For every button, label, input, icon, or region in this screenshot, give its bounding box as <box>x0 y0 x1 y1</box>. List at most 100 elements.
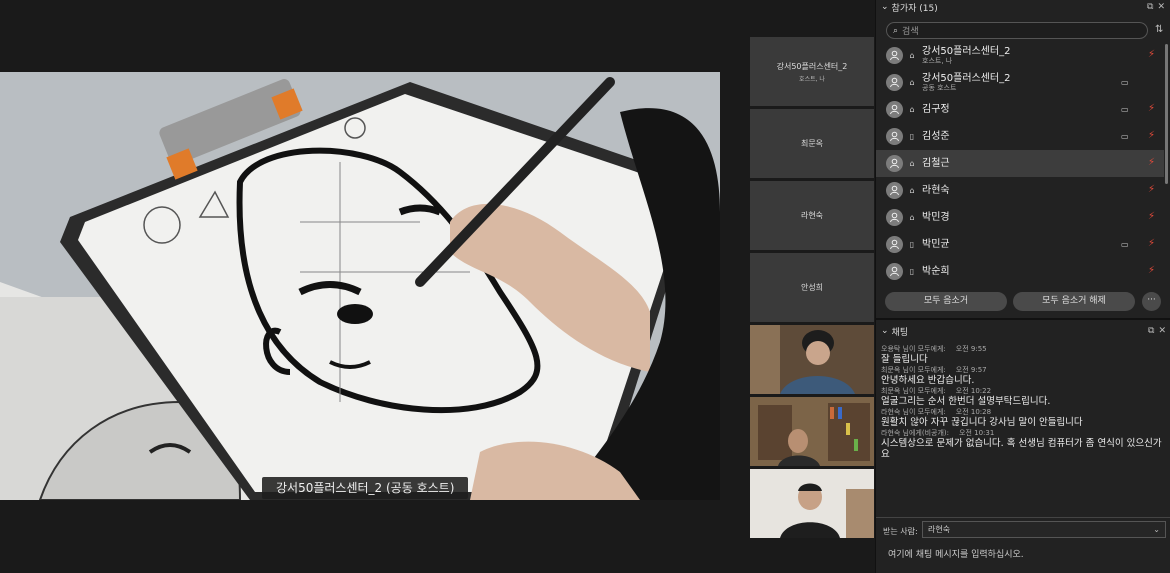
thumbnail-name: 강서50플러스센터_2 <box>776 61 848 71</box>
sort-icon[interactable]: ⇅ <box>1155 24 1163 35</box>
more-options-button[interactable]: ··· <box>1142 292 1161 311</box>
mic-muted-icon[interactable]: ⚡ <box>1148 49 1155 60</box>
search-placeholder: 검색 <box>902 27 919 37</box>
person-icon <box>890 266 899 277</box>
popout-icon[interactable]: ⧉ <box>1148 326 1154 336</box>
thumbnail-tile[interactable]: 강서50플러스센터_2 호스트, 나 <box>750 37 874 106</box>
thumbnail-tile[interactable]: 최문옥 <box>750 109 874 178</box>
participant-row[interactable]: ⌂ 강서50플러스센터_2 호스트, 나 ⚡ <box>876 42 1164 69</box>
participant-name: 김성준 <box>922 131 950 142</box>
person-icon <box>890 131 899 142</box>
thumbnail-name: 최문옥 <box>800 139 824 148</box>
camera-icon[interactable]: ▭ <box>1121 132 1129 141</box>
participant-name: 박순희 <box>922 266 950 277</box>
avatar <box>886 182 903 199</box>
mic-muted-icon[interactable]: ⚡ <box>1148 103 1155 114</box>
avatar <box>886 128 903 145</box>
mic-muted-icon[interactable]: ⚡ <box>1148 157 1155 168</box>
participant-name: 김구정 <box>922 104 950 115</box>
mic-muted-icon[interactable]: ⚡ <box>1148 238 1155 249</box>
avatar <box>886 263 903 280</box>
participant-list-scrollbar[interactable] <box>1165 44 1168 184</box>
close-icon[interactable]: ✕ <box>1158 326 1166 336</box>
participant-row[interactable]: ⌂ 박민경 ⚡ <box>876 204 1164 231</box>
person-icon <box>890 185 899 196</box>
thumbnail-tile[interactable]: 라현숙 <box>750 181 874 250</box>
participants-title: 참가자 (15) <box>891 3 938 14</box>
chat-text: 안녕하세요 반갑습니다. <box>881 375 975 386</box>
person-icon <box>890 212 899 223</box>
participant-video-image <box>750 469 874 538</box>
mic-muted-icon[interactable]: ⚡ <box>1148 265 1155 276</box>
person-icon <box>890 77 899 88</box>
chat-text: 시스템상으로 문제가 없습니다. 혹 선생님 컴퓨터가 좀 연식이 있으신가요 <box>881 438 1162 460</box>
chat-text: 잘 들립니다 <box>881 354 928 365</box>
avatar <box>886 101 903 118</box>
camera-icon[interactable]: ▭ <box>1121 78 1129 87</box>
popout-icon[interactable]: ⧉ <box>1147 2 1153 12</box>
thumbnail-name: 안성희 <box>800 283 824 292</box>
participant-name: 박민균 <box>922 239 950 250</box>
main-video-area[interactable]: 강서50플러스센터_2 (공동 호스트) <box>0 0 750 573</box>
drawing-illustration <box>0 72 720 500</box>
chat-sender: 오용탁 님이 모두에게: <box>881 345 946 353</box>
participant-role: 호스트, 나 <box>922 57 953 65</box>
chat-message-input[interactable]: 여기에 채팅 메시지를 입력하십시오. <box>888 547 1024 560</box>
participant-row-selected[interactable]: ⌂ 김철근 ⚡ <box>876 150 1164 177</box>
search-icon: ⌕ <box>893 25 899 36</box>
participants-header: ⌄ 참가자 (15) ⧉ ✕ <box>876 0 1170 14</box>
camera-icon[interactable]: ▭ <box>1121 105 1129 114</box>
chat-message: 오용탁 님이 모두에게: 오전 9:55 잘 들립니다 <box>881 345 1166 365</box>
close-icon[interactable]: ✕ <box>1157 2 1165 12</box>
mic-muted-icon[interactable]: ⚡ <box>1148 211 1155 222</box>
mute-all-button[interactable]: 모두 음소거 <box>885 292 1007 311</box>
avatar <box>886 155 903 172</box>
chat-time: 오전 10:28 <box>955 408 992 416</box>
participant-video-image <box>750 325 874 394</box>
chat-message: 라현숙 님에게(비공개): 오전 10:31 시스템상으로 문제가 없습니다. 혹… <box>881 429 1166 460</box>
panel-divider[interactable] <box>876 318 1170 320</box>
thumbnail-strip: 강서50플러스센터_2 호스트, 나 최문옥 라현숙 안성희 <box>750 37 874 541</box>
participant-row[interactable]: ▯ 박순희 ⚡ <box>876 258 1164 285</box>
chat-message: 최문옥 님이 모두에게: 오전 10:22 얼굴그리는 순서 한번더 설명부탁드립… <box>881 387 1166 407</box>
participant-row[interactable]: ⌂ 라현숙 ⚡ <box>876 177 1164 204</box>
pc-icon: ⌂ <box>909 213 915 222</box>
person-icon <box>890 239 899 250</box>
thumbnail-tile[interactable]: 안성희 <box>750 253 874 322</box>
avatar <box>886 236 903 253</box>
thumbnail-role: 호스트, 나 <box>799 75 825 83</box>
participant-name: 김철근 <box>922 158 950 169</box>
chat-header: ⌄ 채팅 ⧉ ✕ <box>876 324 1170 338</box>
unmute-all-button[interactable]: 모두 음소거 해제 <box>1013 292 1135 311</box>
chat-sender: 라현숙 님이 모두에게: <box>881 408 946 416</box>
participant-name: 라현숙 <box>922 185 950 196</box>
participant-name: 강서50플러스센터_2 <box>922 73 1011 84</box>
participant-row[interactable]: ⌂ 김구정 ▭ ⚡ <box>876 96 1164 123</box>
thumbnail-video-tile[interactable] <box>750 325 874 394</box>
mic-muted-icon[interactable]: ⚡ <box>1148 130 1155 141</box>
chat-title: 채팅 <box>891 327 909 338</box>
collapse-chevron-icon[interactable]: ⌄ <box>881 326 889 336</box>
avatar <box>886 74 903 91</box>
chat-message: 라현숙 님이 모두에게: 오전 10:28 원활치 않아 자꾸 끊깁니다 강사님 … <box>881 408 1166 428</box>
participant-search-input[interactable]: ⌕ 검색 <box>886 22 1148 39</box>
participant-row[interactable]: ▯ 박민균 ▭ ⚡ <box>876 231 1164 258</box>
chat-time: 오전 9:57 <box>955 366 987 374</box>
chat-message: 최문옥 님이 모두에게: 오전 9:57 안녕하세요 반갑습니다. <box>881 366 1166 386</box>
recipient-select[interactable]: 라현숙 ⌄ <box>922 521 1166 538</box>
mic-muted-icon[interactable]: ⚡ <box>1148 184 1155 195</box>
participant-row[interactable]: ▯ 김성준 ▭ ⚡ <box>876 123 1164 150</box>
pc-icon: ⌂ <box>909 186 915 195</box>
chat-time: 오전 9:55 <box>955 345 987 353</box>
avatar <box>886 209 903 226</box>
thumbnail-video-tile[interactable] <box>750 469 874 538</box>
participant-row[interactable]: ⌂ 강서50플러스센터_2 공동 호스트 ▭ <box>876 69 1164 96</box>
thumbnail-video-tile[interactable] <box>750 397 874 466</box>
collapse-chevron-icon[interactable]: ⌄ <box>881 2 889 12</box>
recipient-value: 라현숙 <box>928 525 951 534</box>
pc-icon: ⌂ <box>909 159 915 168</box>
chat-sender: 최문옥 님이 모두에게: <box>881 387 946 395</box>
thumbnail-name: 라현숙 <box>800 211 824 220</box>
camera-icon[interactable]: ▭ <box>1121 240 1129 249</box>
chat-message-log: 오용탁 님이 모두에게: 오전 9:55 잘 들립니다 최문옥 님이 모두에게: 오… <box>881 345 1166 461</box>
